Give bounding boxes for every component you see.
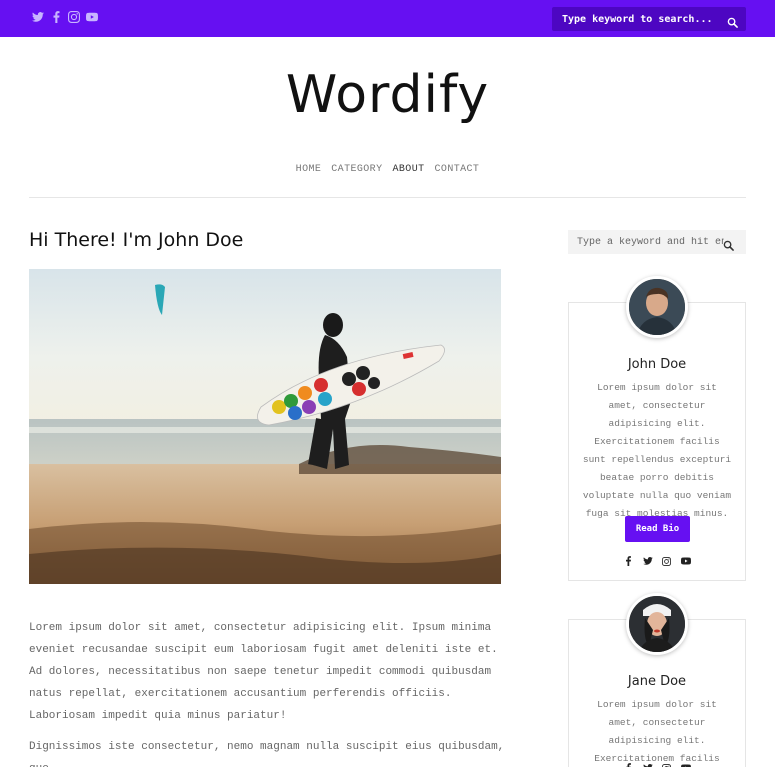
sidebar-search (568, 230, 746, 254)
top-social-links (32, 10, 98, 23)
bio-social-links (569, 763, 745, 767)
youtube-icon[interactable] (86, 10, 98, 23)
post-paragraph: Lorem ipsum dolor sit amet, consectetur … (29, 622, 498, 722)
bio-social-links (569, 556, 745, 566)
avatar (626, 593, 688, 655)
instagram-icon[interactable] (662, 556, 672, 566)
search-icon[interactable] (727, 13, 739, 28)
search-icon[interactable] (723, 236, 734, 255)
read-bio-button[interactable]: Read Bio (625, 516, 690, 542)
main-nav: HOME CATEGORY ABOUT CONTACT (0, 164, 775, 175)
nav-item-contact[interactable]: CONTACT (435, 164, 480, 175)
bio-card: Jane Doe Lorem ipsum dolor sit amet, con… (568, 593, 746, 767)
instagram-icon[interactable] (68, 10, 80, 23)
post-paragraph: Dignissimos iste consectetur, nemo magna… (29, 741, 505, 767)
facebook-icon[interactable] (624, 763, 634, 767)
bio-text: Lorem ipsum dolor sit amet, consectetur … (582, 382, 732, 519)
top-bar (0, 0, 775, 37)
instagram-icon[interactable] (662, 763, 672, 767)
bio-text: Lorem ipsum dolor sit amet, consectetur … (594, 699, 720, 764)
site-logo[interactable]: Wordify (0, 65, 775, 125)
sidebar-search-input[interactable] (568, 230, 724, 254)
bio-card: John Doe Lorem ipsum dolor sit amet, con… (568, 276, 746, 581)
twitter-icon[interactable] (32, 10, 44, 23)
nav-item-category[interactable]: CATEGORY (331, 164, 382, 175)
twitter-icon[interactable] (643, 763, 653, 767)
twitter-icon[interactable] (642, 556, 653, 566)
top-search-box (552, 7, 746, 31)
facebook-icon[interactable] (624, 556, 634, 566)
youtube-icon[interactable] (680, 763, 691, 767)
hero-image (29, 269, 501, 584)
nav-divider (29, 197, 746, 198)
nav-item-home[interactable]: HOME (296, 164, 322, 175)
bio-name: Jane Doe (627, 674, 687, 689)
facebook-icon[interactable] (50, 10, 62, 23)
nav-item-about[interactable]: ABOUT (393, 164, 425, 175)
top-search-input[interactable] (552, 7, 722, 31)
youtube-icon[interactable] (680, 556, 691, 566)
bio-name: John Doe (627, 357, 687, 372)
avatar (626, 276, 688, 338)
page-title: Hi There! I'm John Doe (29, 229, 244, 251)
